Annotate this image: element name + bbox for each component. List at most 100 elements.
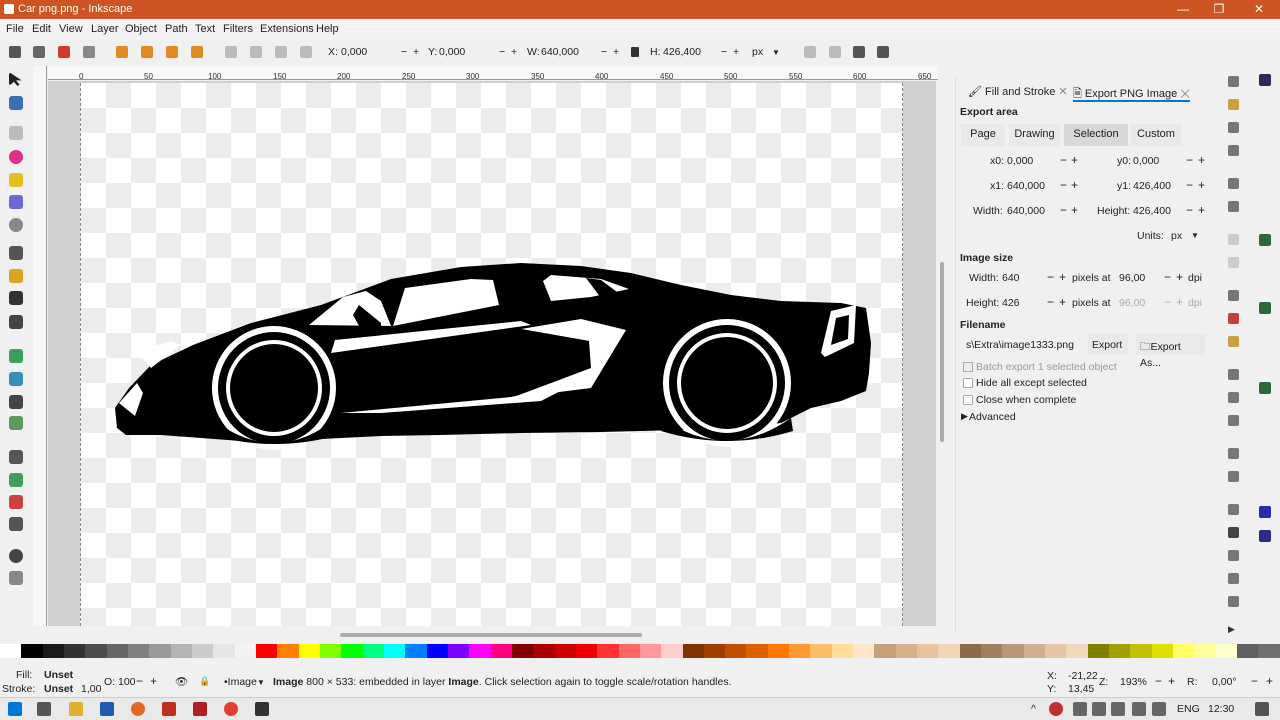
h-plus[interactable]: +	[733, 46, 739, 58]
copy-icon[interactable]	[1228, 290, 1239, 301]
palette-swatch[interactable]	[1130, 644, 1152, 658]
lower-to-bottom-icon[interactable]	[300, 46, 312, 58]
clone-icon[interactable]	[1228, 392, 1239, 403]
node-tool-icon[interactable]	[9, 96, 23, 110]
menu-view[interactable]: View	[59, 23, 83, 35]
flip-horizontal-icon[interactable]	[166, 46, 178, 58]
scale-stroke-icon[interactable]	[804, 46, 816, 58]
snap-grid-icon[interactable]	[1259, 530, 1271, 542]
palette-swatch[interactable]	[213, 644, 235, 658]
select-all-icon[interactable]	[9, 46, 21, 58]
chevron-down-icon[interactable]: ▼	[257, 678, 265, 687]
chevron-right-icon[interactable]: ▶	[1228, 624, 1239, 635]
hide-all-checkbox[interactable]	[963, 378, 973, 388]
palette-swatch[interactable]	[917, 644, 939, 658]
img-width-plus[interactable]: +	[1059, 270, 1066, 284]
layers-icon[interactable]	[1228, 550, 1239, 561]
img-width-minus[interactable]: −	[1047, 270, 1054, 284]
selector-tool-icon[interactable]	[9, 72, 22, 86]
palette-swatch[interactable]	[981, 644, 1003, 658]
palette-swatch[interactable]	[1109, 644, 1131, 658]
palette-swatch[interactable]	[383, 644, 406, 658]
menu-help[interactable]: Help	[316, 23, 339, 35]
duplicate-icon[interactable]	[1228, 369, 1239, 380]
group-icon[interactable]	[1228, 448, 1239, 459]
menu-file[interactable]: File	[6, 23, 24, 35]
w-plus[interactable]: +	[613, 46, 619, 58]
area-page-button[interactable]: Page	[961, 124, 1005, 146]
dropper-tool-icon[interactable]	[9, 395, 23, 409]
select-in-all-layers-icon[interactable]	[33, 46, 45, 58]
lock-icon[interactable]: 🔒	[199, 676, 210, 687]
save-icon[interactable]	[1228, 122, 1239, 133]
vertical-scroll-thumb[interactable]	[940, 262, 944, 442]
dpi-input[interactable]: 96,00	[1119, 272, 1145, 284]
app-icon[interactable]	[100, 702, 114, 716]
opacity-plus[interactable]: +	[150, 674, 157, 688]
print-icon[interactable]	[1228, 145, 1239, 156]
fill-value[interactable]: Unset	[44, 669, 73, 681]
palette-swatch[interactable]	[277, 644, 299, 658]
h-minus[interactable]: −	[721, 46, 727, 58]
export-as-button[interactable]: 🗀Export As...	[1136, 334, 1206, 369]
rotation-plus[interactable]: +	[1266, 674, 1273, 688]
menu-edit[interactable]: Edit	[32, 23, 51, 35]
palette-swatch[interactable]	[895, 644, 918, 658]
menu-object[interactable]: Object	[125, 23, 157, 35]
horizontal-scroll-thumb[interactable]	[340, 633, 642, 637]
zoom-input[interactable]: 193%	[1120, 676, 1147, 688]
chevron-down-icon[interactable]: ▼	[772, 48, 780, 57]
y1-input[interactable]: 426,400	[1133, 180, 1171, 192]
palette-swatch[interactable]	[319, 644, 342, 658]
stroke-value[interactable]: Unset	[44, 683, 73, 695]
unit-select[interactable]: px	[752, 46, 763, 58]
text-font-icon[interactable]	[1228, 527, 1239, 538]
area-custom-button[interactable]: Custom	[1130, 124, 1182, 146]
palette-swatch[interactable]	[255, 644, 278, 658]
chevron-up-icon[interactable]: ^	[1031, 703, 1036, 715]
palette-swatch[interactable]	[938, 644, 960, 658]
img-height-input[interactable]: 426	[1002, 297, 1020, 309]
eye-icon[interactable]: 👁	[175, 675, 188, 688]
layer-select[interactable]: •Image	[224, 676, 257, 688]
area-width-minus[interactable]: −	[1060, 203, 1067, 217]
inkscape-taskbar-icon[interactable]	[255, 702, 269, 716]
palette-swatch[interactable]	[554, 644, 576, 658]
connector-tool-icon[interactable]	[9, 517, 23, 531]
move-gradients-icon[interactable]	[853, 46, 865, 58]
palette-swatch[interactable]	[1258, 644, 1280, 658]
palette-swatch[interactable]	[42, 644, 64, 658]
fill-stroke-icon[interactable]	[1228, 504, 1239, 515]
y-plus[interactable]: +	[511, 46, 517, 58]
start-icon[interactable]	[8, 702, 22, 716]
y1-plus[interactable]: +	[1198, 178, 1205, 192]
clock[interactable]: 12:30	[1208, 703, 1234, 715]
firefox-icon[interactable]	[131, 702, 145, 716]
rotation-input[interactable]: 0,00°	[1212, 676, 1237, 688]
app-icon[interactable]	[193, 702, 207, 716]
maximize-button[interactable]: ❐	[1200, 0, 1238, 19]
palette-swatch[interactable]	[575, 644, 598, 658]
volume-icon[interactable]	[1152, 702, 1166, 716]
x1-input[interactable]: 640,000	[1007, 180, 1045, 192]
x0-minus[interactable]: −	[1060, 153, 1067, 167]
w-minus[interactable]: −	[601, 46, 607, 58]
zoom-tool-icon[interactable]	[9, 549, 23, 563]
paint-bucket-tool-icon[interactable]	[9, 416, 23, 430]
open-icon[interactable]	[1228, 99, 1239, 110]
palette-swatch[interactable]	[1194, 644, 1216, 658]
palette-swatch[interactable]	[21, 644, 43, 658]
x1-minus[interactable]: −	[1060, 178, 1067, 192]
menu-extensions[interactable]: Extensions	[260, 23, 314, 35]
star-tool-icon[interactable]	[9, 173, 23, 187]
raise-to-top-icon[interactable]	[225, 46, 237, 58]
move-patterns-icon[interactable]	[877, 46, 889, 58]
tray-icon[interactable]	[1073, 702, 1087, 716]
lower-icon[interactable]	[275, 46, 287, 58]
x-input[interactable]: 0,000	[341, 46, 367, 58]
palette-swatch[interactable]	[1237, 644, 1259, 658]
palette-swatch[interactable]	[725, 644, 747, 658]
palette-swatch[interactable]	[767, 644, 790, 658]
chevron-down-icon[interactable]: ▼	[1191, 231, 1199, 240]
units-select[interactable]: px	[1171, 230, 1182, 242]
